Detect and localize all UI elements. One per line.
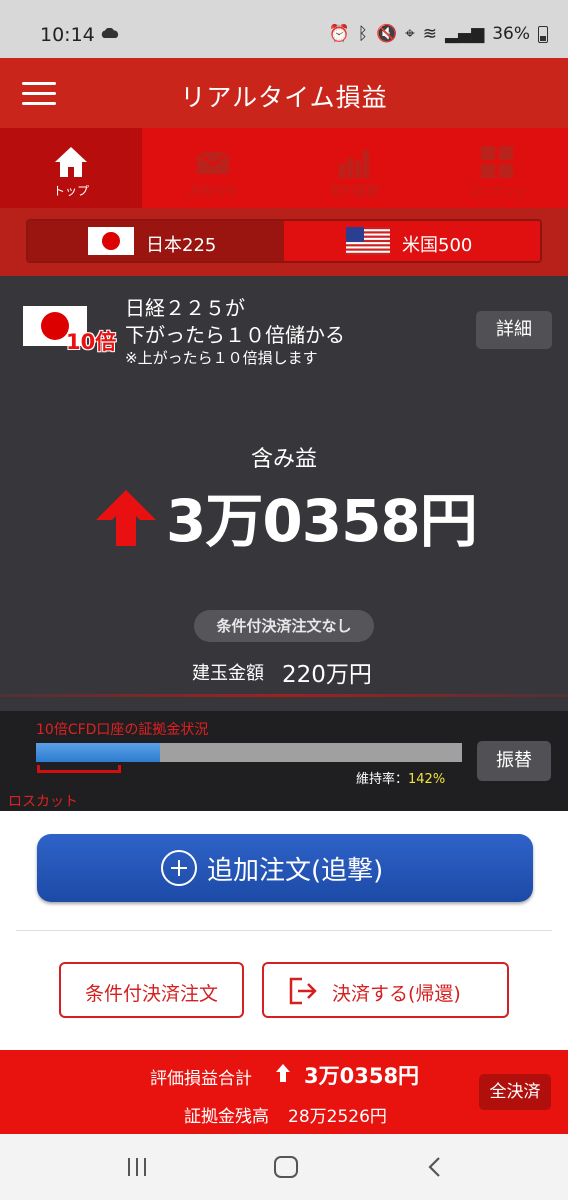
maintenance-ratio: 維持率：142%	[356, 772, 446, 787]
divider	[0, 694, 568, 697]
mail-icon	[196, 151, 230, 174]
losscut-marker	[37, 765, 121, 773]
margin-balance-label: 証拠金残高	[184, 1107, 269, 1127]
up-arrow-icon	[276, 1064, 290, 1082]
market-option-label: 米国500	[402, 235, 473, 256]
tab-news[interactable]: お知らせ	[142, 128, 284, 208]
page-title: リアルタイム損益	[180, 83, 388, 112]
status-icons: ⏰ ᛒ 🔇 ⌖ ≋ ▂▄▆ 36%	[329, 24, 548, 44]
tab-label: トップ	[52, 184, 89, 198]
status-time: 10:14	[40, 24, 95, 46]
conditional-order-label: 条件付決済注文	[84, 983, 218, 1005]
tab-top[interactable]: トップ	[0, 128, 142, 208]
transfer-button[interactable]: 振替	[477, 741, 551, 781]
tab-label: 取引履歴	[330, 184, 379, 198]
settle-all-button[interactable]: 全決済	[479, 1074, 551, 1110]
cloud-icon	[101, 28, 119, 38]
margin-ratio-bar-fill	[36, 743, 160, 762]
location-icon: ⌖	[405, 24, 415, 44]
pnl-label: 含み益	[250, 447, 317, 472]
battery-icon	[538, 25, 548, 43]
tab-label: コンテンツ	[466, 184, 527, 198]
bluetooth-icon: ᛒ	[357, 24, 368, 44]
leverage-badge: 10倍	[66, 330, 117, 354]
conditional-order-badge: 条件付決済注文なし	[194, 610, 374, 642]
losscut-label: ロスカット	[8, 794, 78, 810]
market-option-japan225[interactable]: 日本225	[28, 221, 284, 261]
market-option-us500[interactable]: 米国500	[284, 221, 540, 261]
grid-icon	[481, 146, 513, 178]
main-tabs: トップ お知らせ 取引履歴 コンテンツ	[0, 128, 568, 208]
logout-icon	[289, 977, 317, 1005]
tab-history[interactable]: 取引履歴	[284, 128, 426, 208]
japan-flag-icon	[88, 227, 134, 255]
wifi-icon: ≋	[422, 24, 437, 44]
product-line-2: 下がったら１０倍儲かる	[125, 323, 345, 347]
up-arrow-icon	[96, 490, 156, 546]
system-nav-bar	[0, 1134, 568, 1200]
battery-percent: 36%	[492, 24, 530, 44]
add-order-label: 追加注文(追撃)	[207, 856, 384, 886]
market-option-label: 日本225	[146, 235, 217, 256]
margin-status: 10倍CFD口座の証拠金状況 維持率：142% 振替 ロスカット	[0, 711, 568, 811]
detail-button[interactable]: 詳細	[476, 311, 552, 349]
home-button-icon[interactable]	[274, 1156, 298, 1178]
tab-contents[interactable]: コンテンツ	[426, 128, 568, 208]
total-pnl-value: 3万0358円	[304, 1064, 420, 1088]
market-toggle-bar: 日本225 米国500	[0, 208, 568, 276]
alarm-icon: ⏰	[328, 24, 350, 44]
product-note: ※上がったら１０倍損します	[125, 349, 318, 367]
margin-balance-value: 28万2526円	[288, 1107, 387, 1127]
product-line-1: 日経２２５が	[125, 296, 245, 320]
home-icon	[55, 147, 87, 177]
status-bar: 10:14 ⏰ ᛒ 🔇 ⌖ ≋ ▂▄▆ 36%	[0, 0, 568, 58]
bar-chart-icon	[339, 150, 369, 178]
position-panel: 10倍 日経２２５が 下がったら１０倍儲かる ※上がったら１０倍損します 詳細 …	[0, 276, 568, 711]
pnl-value: 3万0358円	[166, 487, 478, 555]
summary-footer: 評価損益合計 3万0358円 証拠金残高 28万2526円 全決済	[0, 1050, 568, 1134]
margin-ratio-bar	[36, 743, 462, 762]
plus-circle-icon	[161, 850, 197, 886]
settle-button[interactable]: 決済する(帰還)	[262, 962, 509, 1018]
market-toggle: 日本225 米国500	[26, 219, 542, 263]
margin-status-title: 10倍CFD口座の証拠金状況	[36, 722, 209, 738]
tab-label: お知らせ	[189, 184, 237, 198]
mute-icon: 🔇	[375, 24, 398, 44]
total-pnl-label: 評価損益合計	[150, 1069, 252, 1089]
recent-apps-icon[interactable]	[128, 1158, 148, 1176]
maintenance-ratio-value: 142%	[408, 772, 446, 787]
settle-label: 決済する(帰還)	[332, 983, 461, 1005]
us-flag-icon	[346, 227, 390, 255]
add-order-button[interactable]: 追加注文(追撃)	[37, 834, 533, 902]
position-amount-value: 220万円	[282, 662, 372, 688]
conditional-order-button[interactable]: 条件付決済注文	[59, 962, 244, 1018]
divider	[16, 930, 552, 931]
position-amount-label: 建玉金額	[192, 663, 264, 684]
back-icon[interactable]	[426, 1156, 442, 1178]
signal-icon: ▂▄▆	[444, 24, 485, 44]
app-bar: リアルタイム損益	[0, 58, 568, 128]
